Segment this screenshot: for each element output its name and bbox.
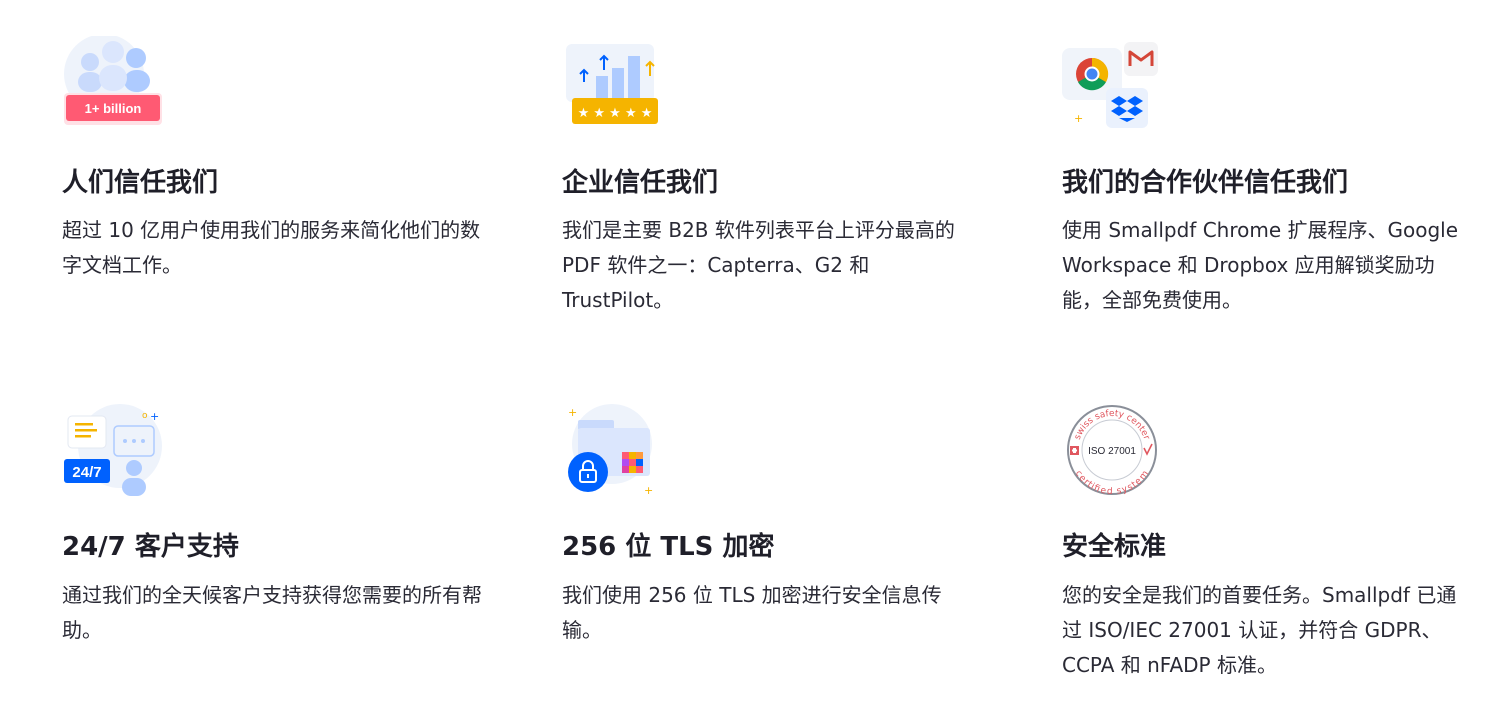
svg-text:+: + [150, 410, 159, 423]
feature-description: 您的安全是我们的首要任务。Smallpdf 已通过 ISO/IEC 27001 … [1062, 583, 1457, 677]
partner-apps-icon: + [1062, 36, 1172, 136]
feature-title: 人们信任我们 [62, 168, 219, 198]
svg-text:+: + [568, 406, 577, 419]
feature-description: 通过我们的全天候客户支持获得您需要的所有帮助。 [62, 583, 482, 642]
svg-text:+: + [644, 484, 653, 497]
svg-text:o: o [142, 411, 148, 421]
users-badge-text: 1+ billion [85, 101, 142, 116]
feature-title: 24/7 客户支持 [62, 532, 239, 562]
feature-description: 超过 10 亿用户使用我们的服务来简化他们的数字文档工作。 [62, 218, 481, 277]
svg-text:+: + [1074, 112, 1083, 125]
feature-title: 安全标准 [1062, 532, 1167, 562]
support-badge-text: 24/7 [72, 464, 101, 481]
iso-certificate-seal-icon: swiss safety center certified system ISO… [1062, 400, 1172, 500]
feature-title: 企业信任我们 [562, 168, 719, 198]
seal-center-text: ISO 27001 [1088, 446, 1136, 457]
feature-description: 使用 Smallpdf Chrome 扩展程序、Google Workspace… [1062, 218, 1459, 312]
chat-support-icon: o + 24/7 [62, 400, 172, 500]
users-group-icon: 1+ billion [62, 34, 172, 136]
feature-title: 256 位 TLS 加密 [562, 532, 775, 562]
encrypted-folder-icon: + + [562, 400, 672, 500]
feature-title: 我们的合作伙伴信任我们 [1062, 168, 1349, 198]
feature-description: 我们使用 256 位 TLS 加密进行安全信息传输。 [562, 583, 942, 642]
rating-chart-icon: ★ ★ ★ ★ ★ [562, 36, 672, 136]
svg-text:★ ★ ★ ★ ★: ★ ★ ★ ★ ★ [578, 106, 653, 121]
feature-description: 我们是主要 B2B 软件列表平台上评分最高的 PDF 软件之一：Capterra… [562, 218, 955, 312]
